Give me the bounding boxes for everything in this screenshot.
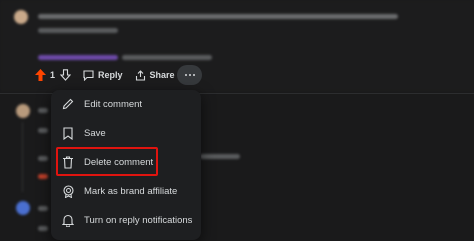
share-label: Share xyxy=(149,70,175,80)
pencil-icon xyxy=(61,97,75,111)
comment-line xyxy=(38,174,48,179)
reply-label: Reply xyxy=(98,70,123,80)
ellipsis-icon xyxy=(184,74,196,76)
comment-line xyxy=(38,226,48,231)
share-icon xyxy=(135,69,145,81)
comment-line xyxy=(200,154,240,159)
comment-action-bar: 1 Reply Share xyxy=(34,66,175,84)
highlight-box xyxy=(56,147,158,176)
reply-button[interactable]: Reply xyxy=(83,69,123,81)
menu-item-edit-comment[interactable]: Edit comment xyxy=(51,93,201,115)
share-button[interactable]: Share xyxy=(135,69,175,81)
avatar xyxy=(16,201,30,215)
comment-line xyxy=(38,28,118,33)
brand-affiliate-icon xyxy=(61,184,75,198)
menu-item-reply-notifications[interactable]: Turn on reply notifications xyxy=(51,209,201,231)
downvote-arrow-icon xyxy=(59,69,71,81)
comment-header xyxy=(38,14,398,19)
more-options-button[interactable] xyxy=(177,65,202,85)
avatar xyxy=(14,10,28,24)
menu-item-label: Mark as brand affiliate xyxy=(84,185,178,197)
upvote-arrow-icon xyxy=(34,69,46,81)
comment-line xyxy=(38,206,48,211)
bell-icon xyxy=(61,213,75,227)
comment-line xyxy=(38,156,48,161)
downvote-button[interactable] xyxy=(59,69,71,81)
comment-line xyxy=(122,55,212,60)
menu-item-mark-brand-affiliate[interactable]: Mark as brand affiliate xyxy=(51,180,201,202)
menu-item-save[interactable]: Save xyxy=(51,122,201,144)
menu-item-label: Turn on reply notifications xyxy=(84,214,193,226)
upvote-button[interactable] xyxy=(34,69,46,81)
comment-line xyxy=(38,128,48,133)
comment-link xyxy=(38,55,118,60)
menu-item-label: Edit comment xyxy=(84,98,143,110)
bookmark-icon xyxy=(61,126,75,140)
vote-score: 1 xyxy=(50,70,56,80)
comment-line xyxy=(38,108,48,113)
menu-item-label: Save xyxy=(84,127,106,139)
avatar xyxy=(16,104,30,118)
thread-line xyxy=(22,122,23,192)
reply-icon xyxy=(83,69,94,81)
